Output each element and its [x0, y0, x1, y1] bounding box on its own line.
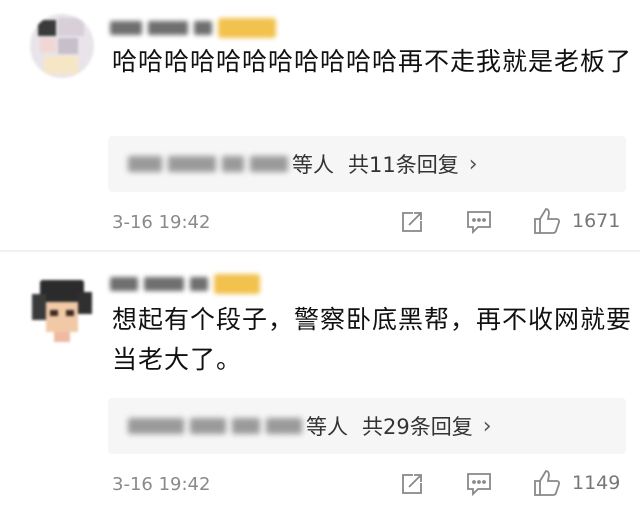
share-icon[interactable] [400, 472, 424, 496]
like-icon[interactable] [532, 206, 562, 236]
chevron-right-icon: › [468, 151, 478, 177]
avatar[interactable] [30, 14, 94, 78]
reply-usernames-redacted [128, 416, 302, 436]
reply-summary[interactable]: 等人 共11条回复 › [108, 136, 626, 192]
username-redacted[interactable] [110, 272, 260, 296]
comment-icon[interactable] [466, 472, 492, 497]
timestamp: 3-16 19:42 [112, 473, 211, 495]
chevron-right-icon: › [482, 413, 492, 439]
comment-text: 哈哈哈哈哈哈哈哈哈哈哈再不走我就是老板了 [112, 47, 633, 76]
comment-text: 想起有个段子，警察卧底黑帮，再不收网就要当老大了。 [112, 305, 633, 374]
reply-summary[interactable]: 等人 共29条回复 › [108, 398, 626, 454]
reply-suffix: 等人 [292, 153, 334, 177]
comment-meta: 3-16 19:42 1671 [112, 202, 632, 242]
avatar[interactable] [26, 274, 98, 346]
reply-count[interactable]: 共29条回复 [362, 411, 473, 441]
share-icon[interactable] [400, 210, 424, 234]
like-count: 1149 [572, 472, 621, 494]
like-count: 1671 [572, 210, 621, 232]
comment-meta: 3-16 19:42 1149 [112, 464, 632, 504]
comment-item: 想起有个段子，警察卧底黑帮，再不收网就要当老大了。 等人 共29条回复 › 3-… [0, 252, 640, 514]
username-redacted[interactable] [110, 16, 276, 40]
comment-icon[interactable] [466, 210, 492, 235]
timestamp: 3-16 19:42 [112, 211, 211, 233]
reply-usernames-redacted [128, 154, 288, 174]
comment-item: 哈哈哈哈哈哈哈哈哈哈哈再不走我就是老板了 等人 共11条回复 › 3-16 19… [0, 0, 640, 250]
reply-suffix: 等人 [306, 415, 348, 439]
reply-count[interactable]: 共11条回复 [348, 149, 459, 179]
like-icon[interactable] [532, 468, 562, 498]
